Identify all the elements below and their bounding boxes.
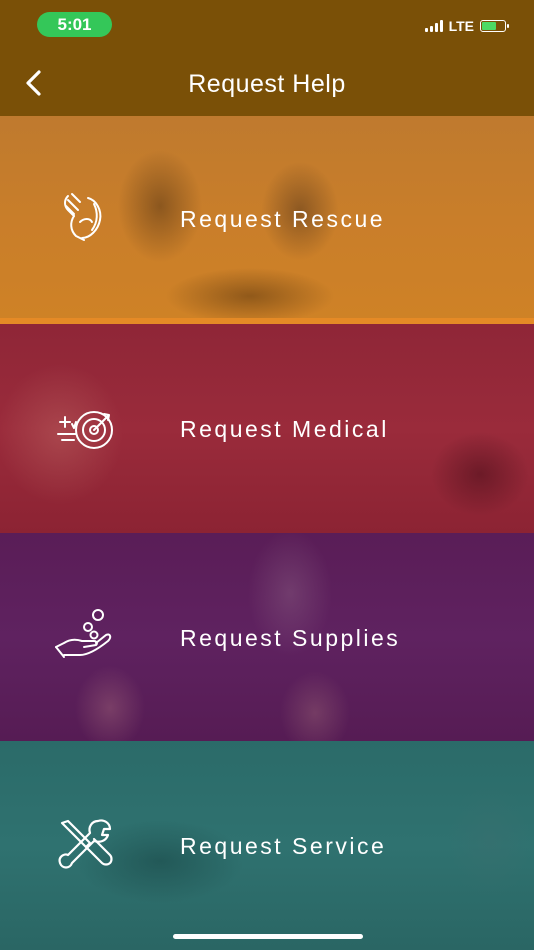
signal-icon <box>424 20 443 32</box>
request-rescue-label: Request Rescue <box>180 206 386 232</box>
request-supplies-tile[interactable]: Request Supplies <box>0 533 534 741</box>
request-service-label: Request Service <box>180 833 387 859</box>
page-title: Request Help <box>188 70 346 98</box>
request-service-tile[interactable]: Request Service <box>0 741 534 950</box>
home-indicator[interactable] <box>173 934 363 939</box>
medical-target-icon <box>57 411 113 449</box>
status-time: 5:01 <box>37 12 112 37</box>
hand-coins-icon <box>55 609 112 658</box>
header-bar: 5:01 LTE Request Help <box>0 0 534 116</box>
status-indicators: LTE <box>424 18 509 34</box>
request-medical-label: Request Medical <box>180 416 389 442</box>
network-label: LTE <box>448 18 474 34</box>
request-medical-tile[interactable]: Request Medical <box>0 324 534 533</box>
battery-icon <box>480 20 509 32</box>
hands-rescue-icon <box>64 193 102 241</box>
request-supplies-label: Request Supplies <box>180 625 401 651</box>
request-rescue-tile[interactable]: Request Rescue <box>0 116 534 324</box>
wrench-screwdriver-icon <box>58 819 113 869</box>
